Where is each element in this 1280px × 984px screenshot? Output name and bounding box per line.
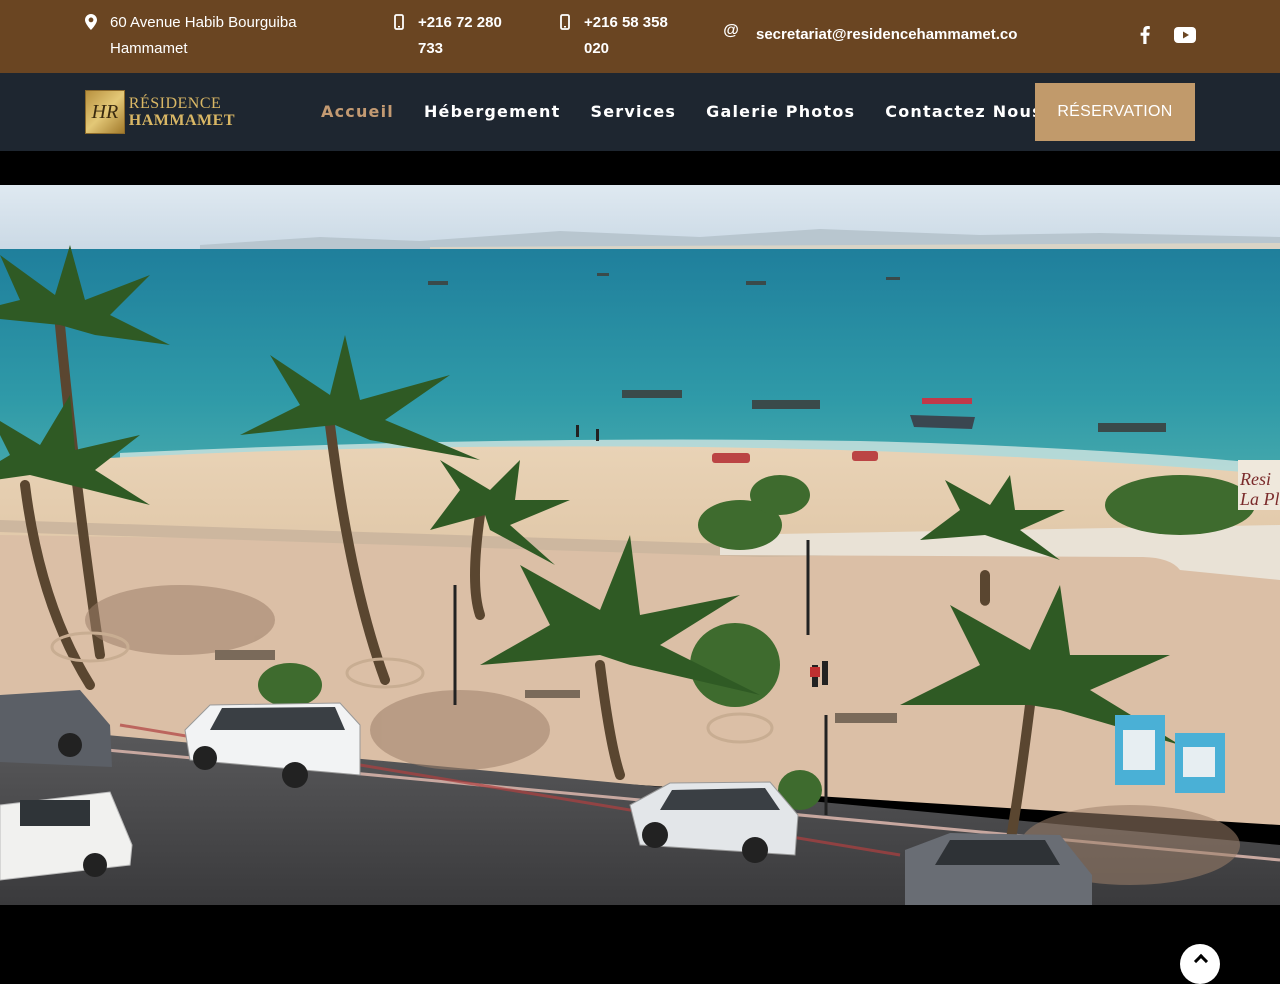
address-line-2: Hammamet [110,40,188,57]
phone-2-block[interactable]: +216 58 358 020 [558,10,678,62]
phone-1-block[interactable]: +216 72 280 733 [392,10,512,62]
facebook-icon[interactable] [1134,24,1156,46]
at-sign-icon: @ [723,22,739,39]
youtube-icon[interactable] [1173,24,1197,46]
phone-1-line-1: +216 72 280 [418,14,502,31]
nav-item-contactez-nous[interactable]: Contactez Nous [885,101,1043,123]
logo-monogram: HR [85,90,125,134]
phone-2-line-1: +216 58 358 [584,14,668,31]
phone-2-line-2: 020 [584,40,610,57]
svg-text:La Pl: La Pl [1239,489,1280,509]
email-link[interactable]: secretariat@residencehammamet.co [756,22,1017,48]
main-navbar: HR RÉSIDENCE HAMMAMET Accueil Hébergemen… [0,73,1280,151]
reservation-button[interactable]: RÉSERVATION [1035,83,1195,141]
phone-1-line-2: 733 [418,40,444,57]
main-menu: Accueil Hébergement Services Galerie Pho… [321,101,1073,123]
address-line-1: 60 Avenue Habib Bourguiba [110,14,297,31]
email-block[interactable]: @ secretariat@residencehammamet.co [723,22,1017,48]
map-marker-icon [84,13,98,31]
contact-topbar: 60 Avenue Habib Bourguiba Hammamet +216 … [0,0,1280,73]
beach-sign-text: Resi [1239,469,1271,489]
nav-item-galerie-photos[interactable]: Galerie Photos [706,101,855,123]
nav-item-services[interactable]: Services [590,101,676,123]
nav-item-accueil[interactable]: Accueil [321,101,394,123]
mobile-phone-icon [392,13,406,31]
logo-line-1: RÉSIDENCE [128,95,222,112]
nav-item-hebergement[interactable]: Hébergement [424,101,561,123]
logo-line-2: HAMMAMET [128,112,235,129]
address-block: 60 Avenue Habib Bourguiba Hammamet [84,10,314,62]
site-logo[interactable]: HR RÉSIDENCE HAMMAMET [85,89,235,135]
mobile-phone-icon [558,13,572,31]
hero-beach-photo: Resi La Pl [0,185,1280,905]
scroll-to-top-button[interactable] [1180,944,1220,984]
chevron-up-icon [1193,953,1209,969]
